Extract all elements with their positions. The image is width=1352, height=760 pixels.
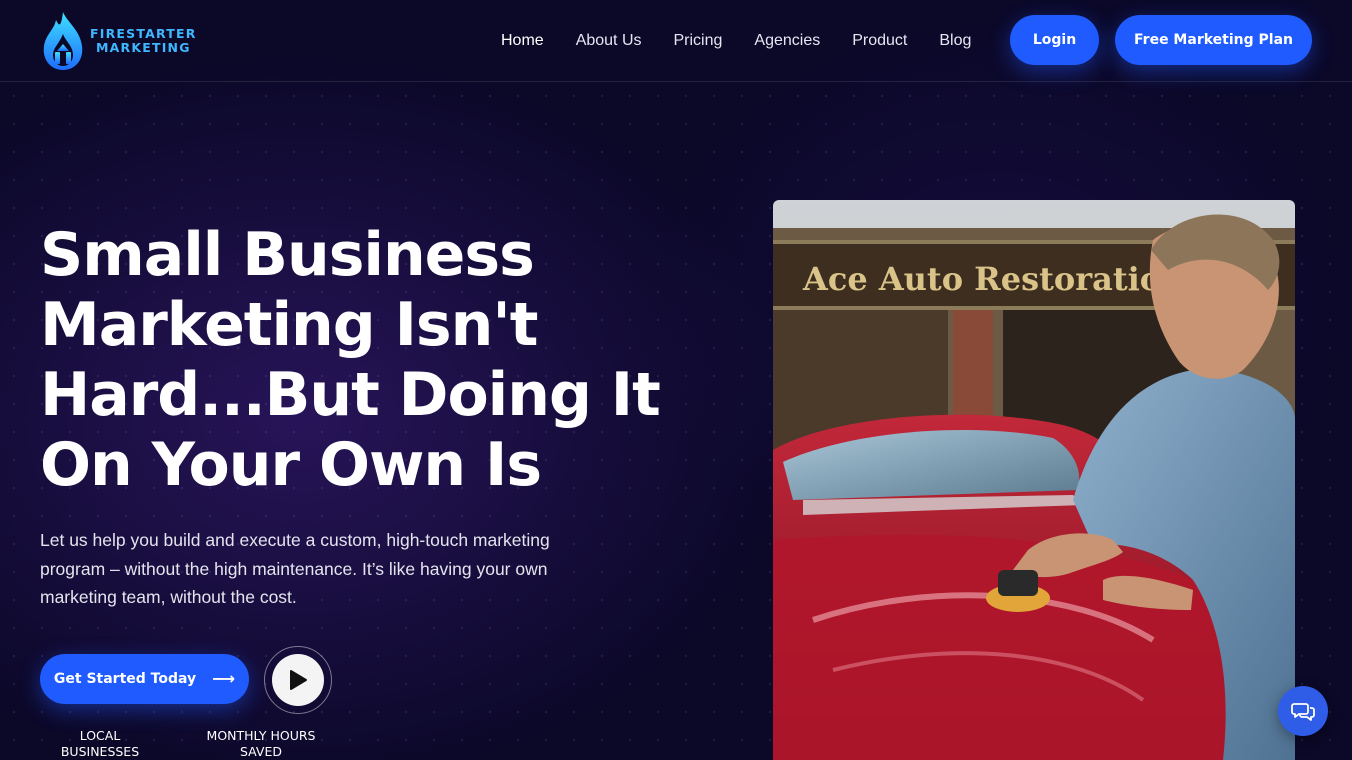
chat-button[interactable] [1278, 686, 1328, 736]
hero-title: Small Business Marketing Isn't Hard...Bu… [40, 220, 661, 500]
hero-photo-illustration: Ace Auto Restoration [773, 200, 1295, 760]
get-started-label: Get Started Today [53, 671, 197, 687]
nav-item-pricing[interactable]: Pricing [674, 32, 723, 50]
flame-logo-icon [43, 12, 83, 70]
sign-text: Ace Auto Restoration [802, 260, 1184, 298]
play-button-circle [272, 654, 324, 706]
brand-logo[interactable]: FIRESTARTER MARKETING [40, 10, 197, 72]
chat-bubbles-icon [1291, 703, 1315, 721]
nav-item-blog[interactable]: Blog [939, 32, 971, 50]
brand-wordmark: FIRESTARTER MARKETING [90, 27, 197, 55]
brand-line-2: MARKETING [96, 40, 191, 55]
free-marketing-plan-button[interactable]: Free Marketing Plan [1115, 15, 1312, 65]
nav-item-home[interactable]: Home [501, 32, 544, 50]
play-icon [290, 670, 307, 690]
hero-photo: Ace Auto Restoration [773, 200, 1295, 760]
nav-item-about-us[interactable]: About Us [576, 32, 642, 50]
brand-line-1: FIRESTARTER [90, 26, 197, 41]
get-started-button[interactable]: Get Started Today ⟶ [40, 654, 249, 704]
login-button[interactable]: Login [1010, 15, 1099, 65]
site-header: FIRESTARTER MARKETING Home About Us Pric… [0, 0, 1352, 82]
nav-item-agencies[interactable]: Agencies [754, 32, 820, 50]
nav-item-product[interactable]: Product [852, 32, 907, 50]
stat-local-businesses-label: LOCAL BUSINESSES [60, 728, 140, 759]
hero-subtitle: Let us help you build and execute a cust… [40, 530, 550, 607]
stat-monthly-hours-label: MONTHLY HOURS SAVED [206, 728, 316, 759]
arrow-right-icon: ⟶ [212, 669, 236, 688]
video-play-button[interactable] [264, 646, 332, 714]
main-nav: Home About Us Pricing Agencies Product B… [485, 0, 987, 82]
